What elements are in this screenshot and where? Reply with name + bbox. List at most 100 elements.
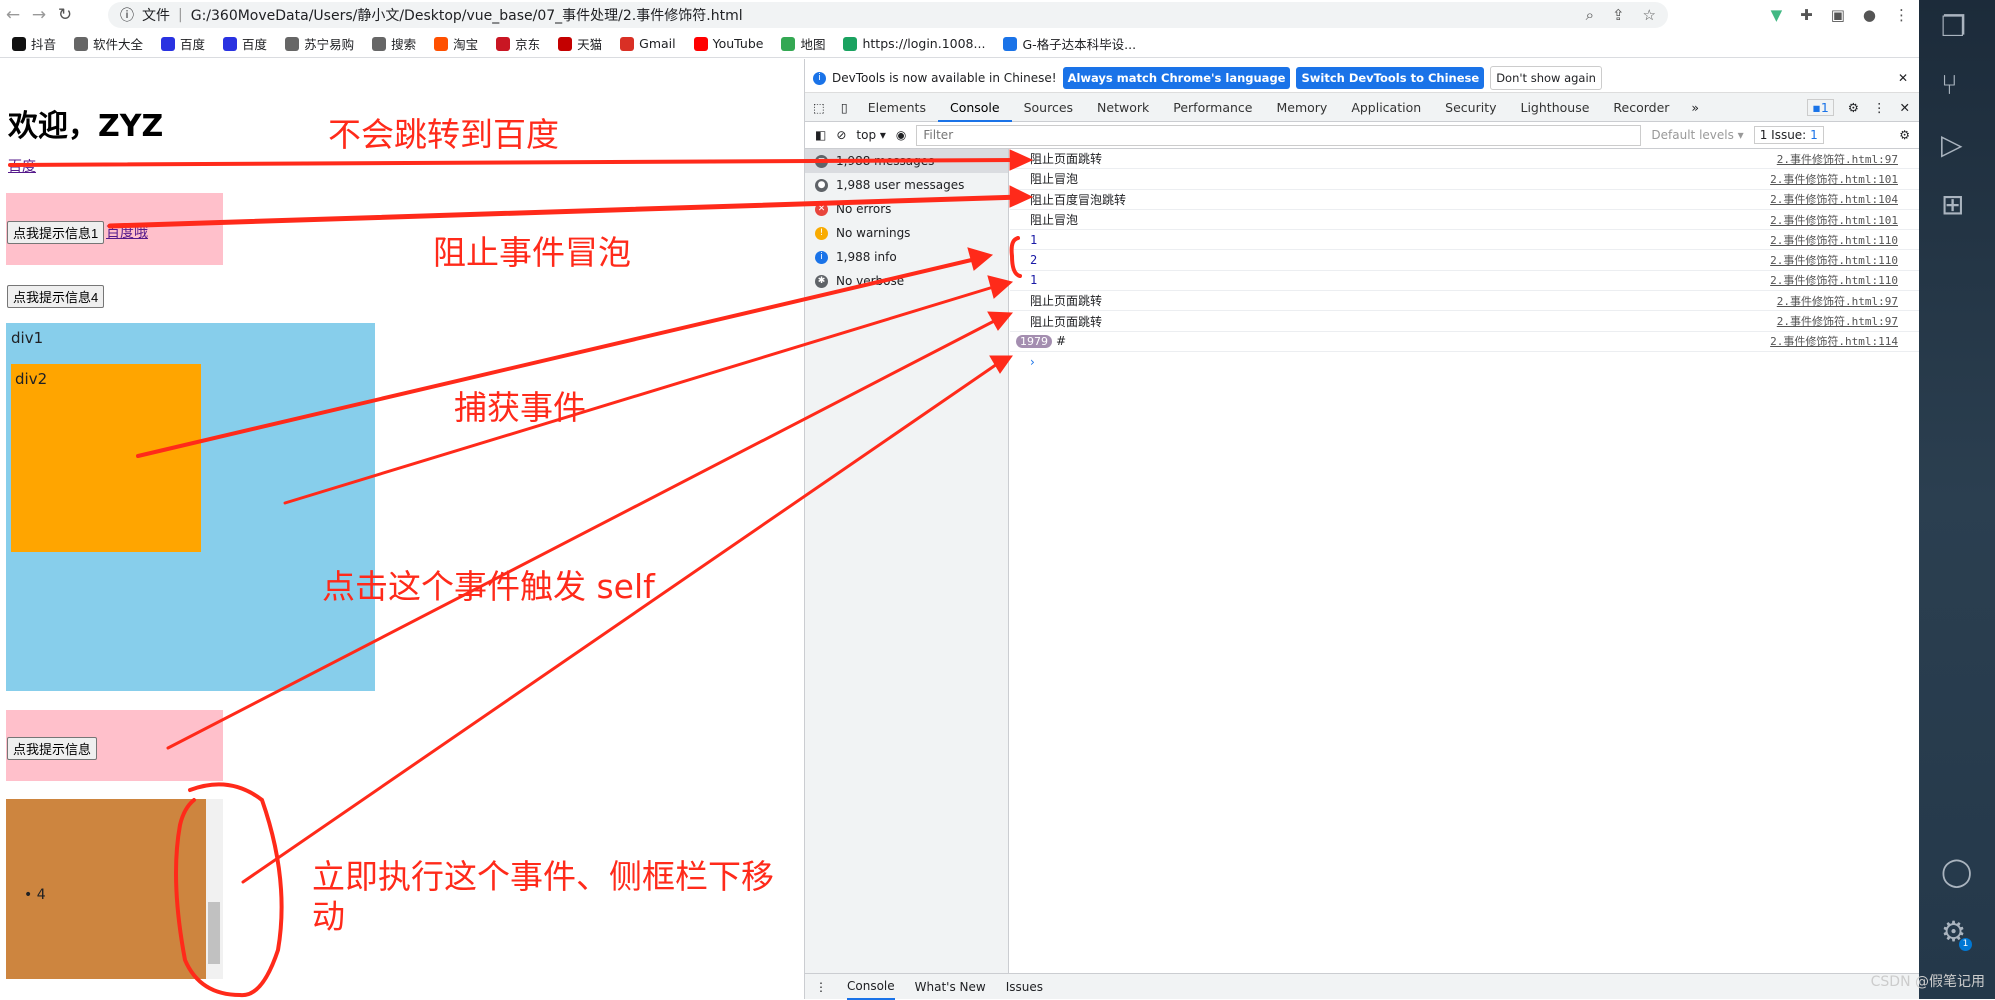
bookmark-item[interactable]: 天猫	[558, 34, 602, 53]
drawer-tab-console[interactable]: Console	[847, 974, 895, 1000]
source-link[interactable]: 2.事件修饰符.html:110	[1770, 232, 1898, 248]
scrollbar-thumb[interactable]	[208, 902, 220, 964]
star-icon[interactable]: ☆	[1643, 6, 1656, 24]
bookmark-item[interactable]: 百度	[161, 34, 205, 53]
tab-lighthouse[interactable]: Lighthouse	[1509, 93, 1602, 122]
show-info-self-button[interactable]: 点我提示信息	[7, 737, 98, 760]
switch-chinese-button[interactable]: Switch DevTools to Chinese	[1296, 67, 1485, 89]
account-icon[interactable]: ◯	[1941, 855, 1972, 888]
context-select[interactable]: top ▾	[856, 128, 886, 142]
pink-box-1[interactable]: 点我提示信息1 百度哦	[6, 193, 223, 265]
close-icon[interactable]: ✕	[1898, 71, 1908, 85]
pink-box-self[interactable]: 点我提示信息	[6, 710, 223, 781]
eye-icon[interactable]: ◉	[896, 128, 906, 142]
sidebar-item[interactable]: ! No warnings	[805, 221, 1008, 245]
back-icon[interactable]: ←	[0, 5, 26, 25]
source-link[interactable]: 2.事件修饰符.html:110	[1770, 252, 1898, 268]
gear-icon[interactable]: ⚙	[1848, 100, 1859, 115]
device-icon[interactable]: ▯	[833, 100, 856, 115]
extensions-icon[interactable]: ✚	[1800, 6, 1813, 24]
tab-elements[interactable]: Elements	[856, 93, 938, 122]
tab-application[interactable]: Application	[1339, 93, 1433, 122]
scrollbar[interactable]	[206, 799, 223, 979]
drawer-tab-issues[interactable]: Issues	[1006, 980, 1043, 994]
source-link[interactable]: 2.事件修饰符.html:110	[1770, 272, 1898, 288]
show-info-4-button[interactable]: 点我提示信息4	[7, 285, 105, 308]
sidebar-item[interactable]: ✱ No verbose	[805, 269, 1008, 293]
source-link[interactable]: 2.事件修饰符.html:101	[1770, 171, 1898, 187]
inspect-icon[interactable]: ⬚	[805, 100, 833, 115]
explorer-icon[interactable]: ❐	[1941, 10, 1966, 43]
share-icon[interactable]: ⇪	[1612, 6, 1625, 24]
bookmark-item[interactable]: 搜索	[372, 34, 416, 53]
source-link[interactable]: 2.事件修饰符.html:97	[1777, 151, 1898, 167]
bookmark-item[interactable]: 地图	[781, 34, 825, 53]
profile-icon[interactable]: ●	[1863, 6, 1876, 24]
match-language-button[interactable]: Always match Chrome's language	[1062, 67, 1291, 89]
source-link[interactable]: 2.事件修饰符.html:97	[1777, 313, 1898, 329]
sidebar-item[interactable]: i 1,988 info	[805, 245, 1008, 269]
close-devtools-icon[interactable]: ✕	[1900, 100, 1910, 115]
bookmark-item[interactable]: Gmail	[620, 36, 676, 51]
bookmark-icon	[496, 36, 511, 51]
sidebar-item[interactable]: ≡ 1,988 messages	[805, 149, 1008, 173]
menu-icon[interactable]: ⋮	[1894, 6, 1909, 24]
scroll-list-box[interactable]: • 4	[6, 799, 206, 979]
console-settings-icon[interactable]: ⚙	[1899, 128, 1910, 142]
source-control-icon[interactable]: ⑂	[1941, 68, 1958, 101]
extensions-icon[interactable]: ⊞	[1941, 188, 1964, 221]
console-text: 阻止冒泡	[1030, 172, 1079, 187]
sidepanel-icon[interactable]: ▣	[1831, 6, 1845, 24]
tab-security[interactable]: Security	[1433, 93, 1508, 122]
source-link[interactable]: 2.事件修饰符.html:101	[1770, 212, 1898, 228]
forward-icon[interactable]: →	[26, 5, 52, 25]
bookmark-item[interactable]: 苏宁易购	[285, 34, 354, 53]
bookmark-item[interactable]: 京东	[496, 34, 540, 53]
bookmark-item[interactable]: G-格子达本科毕设...	[1003, 34, 1136, 53]
tab-memory[interactable]: Memory	[1264, 93, 1339, 122]
kebab-icon[interactable]: ⋮	[1873, 100, 1886, 115]
drawer-menu-icon[interactable]: ⋮	[815, 980, 827, 994]
bookmark-icon	[620, 36, 635, 51]
more-tabs-icon[interactable]: »	[1681, 100, 1709, 115]
bookmark-item[interactable]: 淘宝	[434, 34, 478, 53]
divider: |	[178, 7, 183, 23]
console-log: 阻止页面跳转 2.事件修饰符.html:97 阻止冒泡 2.事件修饰符.html:10…	[1010, 149, 1920, 372]
issues-badge[interactable]: ▪1	[1807, 98, 1834, 116]
clear-console-icon[interactable]: ⊘	[836, 128, 846, 142]
source-link[interactable]: 2.事件修饰符.html:104	[1770, 191, 1898, 207]
sidebar-item[interactable]: ✕ No errors	[805, 197, 1008, 221]
tab-sources[interactable]: Sources	[1012, 93, 1085, 122]
vue-devtools-icon[interactable]: ▼	[1771, 6, 1783, 24]
bookmark-item[interactable]: https://login.1008...	[843, 36, 985, 51]
baidu-oh-link[interactable]: 百度哦	[106, 222, 148, 242]
prompt-icon: ›	[1030, 355, 1035, 370]
filter-input[interactable]	[916, 124, 1642, 146]
tab-performance[interactable]: Performance	[1161, 93, 1264, 122]
issues-button[interactable]: 1 Issue: 1	[1753, 126, 1824, 144]
reload-icon[interactable]: ↻	[52, 5, 78, 25]
sidebar-toggle-icon[interactable]: ◧	[815, 128, 826, 142]
source-link[interactable]: 2.事件修饰符.html:97	[1777, 293, 1898, 309]
zoom-icon[interactable]: ⌕	[1586, 6, 1594, 24]
tab-console[interactable]: Console	[937, 93, 1012, 122]
drawer-tab-whats-new[interactable]: What's New	[915, 980, 986, 994]
levels-dropdown[interactable]: Default levels ▾	[1651, 128, 1743, 142]
sidebar-item[interactable]: ● 1,988 user messages	[805, 173, 1008, 197]
bookmark-item[interactable]: 软件大全	[74, 34, 143, 53]
div1-box[interactable]: div1 div2	[6, 323, 375, 691]
bookmark-item[interactable]: 百度	[223, 34, 267, 53]
show-info-1-button[interactable]: 点我提示信息1	[7, 221, 105, 244]
info-icon[interactable]: ⓘ	[120, 5, 134, 25]
address-bar[interactable]: ⓘ 文件 | G:/360MoveData/Users/静小文/Desktop/…	[108, 2, 1668, 28]
tab-network[interactable]: Network	[1085, 93, 1161, 122]
tab-recorder[interactable]: Recorder	[1601, 93, 1681, 122]
div2-box[interactable]: div2	[11, 364, 201, 552]
baidu-link[interactable]: 百度	[8, 156, 36, 176]
console-prompt[interactable]: ›	[1010, 352, 1920, 372]
bookmark-item[interactable]: YouTube	[693, 36, 763, 51]
bookmark-item[interactable]: 抖音	[12, 34, 56, 53]
debug-icon[interactable]: ▷	[1941, 128, 1963, 161]
dont-show-again-button[interactable]: Don't show again	[1490, 66, 1602, 90]
source-link[interactable]: 2.事件修饰符.html:114	[1770, 333, 1898, 349]
